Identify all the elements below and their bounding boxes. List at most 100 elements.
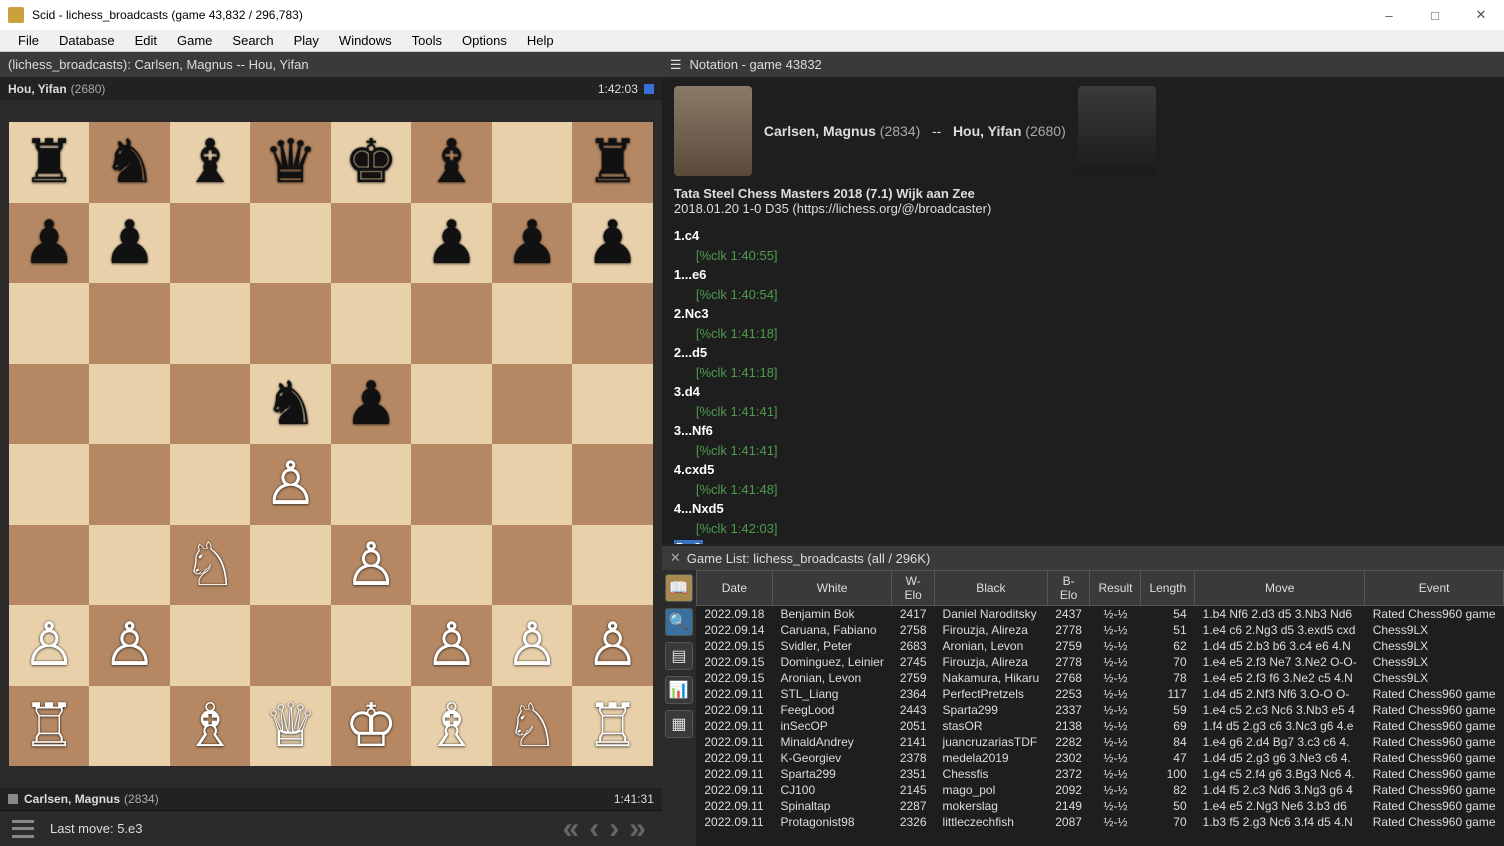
menu-search[interactable]: Search xyxy=(222,31,283,50)
table-row[interactable]: 2022.09.11STL_Liang2364PerfectPretzels22… xyxy=(696,686,1503,702)
menu-icon[interactable] xyxy=(12,820,34,838)
table-row[interactable]: 2022.09.11Protagonist982326littleczechfi… xyxy=(696,814,1503,830)
square[interactable]: ♟ xyxy=(411,203,492,284)
square[interactable] xyxy=(572,283,653,364)
square[interactable] xyxy=(170,364,251,445)
nav-end-button[interactable]: » xyxy=(625,812,650,846)
book-icon[interactable]: 📖 xyxy=(665,574,693,602)
square[interactable]: ♙ xyxy=(331,525,412,606)
column-header[interactable]: W-Elo xyxy=(892,571,935,606)
notation-move[interactable]: 1.c4 xyxy=(674,226,1492,246)
table-row[interactable]: 2022.09.11Sparta2992351Chessfis2372½-½10… xyxy=(696,766,1503,782)
chess-board[interactable]: ♜♞♝♛♚♝♜♟♟♟♟♟♞♟♙♘♙♙♙♙♙♙♖♗♕♔♗♘♖ xyxy=(9,122,653,766)
square[interactable]: ♞ xyxy=(89,122,170,203)
square[interactable] xyxy=(492,364,573,445)
menu-help[interactable]: Help xyxy=(517,31,564,50)
square[interactable]: ♙ xyxy=(9,605,90,686)
square[interactable] xyxy=(89,283,170,364)
square[interactable] xyxy=(9,525,90,606)
square[interactable]: ♟ xyxy=(492,203,573,284)
square[interactable]: ♕ xyxy=(250,686,331,767)
table-row[interactable]: 2022.09.11FeegLood2443Sparta2992337½-½59… xyxy=(696,702,1503,718)
table-row[interactable]: 2022.09.11CJ1002145mago_pol2092½-½821.d4… xyxy=(696,782,1503,798)
square[interactable] xyxy=(331,605,412,686)
column-header[interactable]: Result xyxy=(1090,571,1141,606)
notation-move[interactable]: 2...d5 xyxy=(674,343,1492,363)
menu-edit[interactable]: Edit xyxy=(125,31,167,50)
square[interactable]: ♗ xyxy=(170,686,251,767)
gamelist-table[interactable]: DateWhiteW-EloBlackB-EloResultLengthMove… xyxy=(696,570,1504,830)
square[interactable] xyxy=(170,283,251,364)
notation-move[interactable]: 3...Nf6 xyxy=(674,421,1492,441)
square[interactable]: ♟ xyxy=(9,203,90,284)
square[interactable] xyxy=(331,203,412,284)
nav-fwd-button[interactable]: › xyxy=(605,812,623,846)
square[interactable] xyxy=(170,605,251,686)
square[interactable] xyxy=(411,283,492,364)
notation-move[interactable]: 1...e6 xyxy=(674,265,1492,285)
square[interactable] xyxy=(492,122,573,203)
square[interactable]: ♟ xyxy=(89,203,170,284)
square[interactable] xyxy=(331,283,412,364)
nav-start-button[interactable]: « xyxy=(559,812,584,846)
table-row[interactable]: 2022.09.11Spinaltap2287mokerslag2149½-½5… xyxy=(696,798,1503,814)
menu-game[interactable]: Game xyxy=(167,31,222,50)
menu-tools[interactable]: Tools xyxy=(402,31,452,50)
notation-move[interactable]: 2.Nc3 xyxy=(674,304,1492,324)
square[interactable] xyxy=(250,283,331,364)
square[interactable] xyxy=(492,444,573,525)
square[interactable] xyxy=(89,444,170,525)
menu-play[interactable]: Play xyxy=(284,31,329,50)
square[interactable] xyxy=(89,364,170,445)
square[interactable]: ♞ xyxy=(250,364,331,445)
square[interactable]: ♟ xyxy=(331,364,412,445)
column-header[interactable]: Black xyxy=(935,571,1048,606)
square[interactable] xyxy=(492,283,573,364)
square[interactable] xyxy=(411,525,492,606)
notation-body[interactable]: 1.c4[%clk 1:40:55]1...e6[%clk 1:40:54]2.… xyxy=(662,222,1504,544)
layout-icon[interactable]: ▤ xyxy=(665,642,693,670)
column-header[interactable]: B-Elo xyxy=(1047,571,1090,606)
square[interactable] xyxy=(492,525,573,606)
square[interactable] xyxy=(89,686,170,767)
square[interactable] xyxy=(170,203,251,284)
square[interactable]: ♗ xyxy=(411,686,492,767)
square[interactable]: ♝ xyxy=(170,122,251,203)
square[interactable] xyxy=(572,364,653,445)
menu-options[interactable]: Options xyxy=(452,31,517,50)
square[interactable] xyxy=(250,605,331,686)
square[interactable]: ♘ xyxy=(170,525,251,606)
square[interactable] xyxy=(9,283,90,364)
column-header[interactable]: Event xyxy=(1365,571,1504,606)
stats-icon[interactable]: 📊 xyxy=(665,676,693,704)
square[interactable]: ♙ xyxy=(411,605,492,686)
square[interactable]: ♟ xyxy=(572,203,653,284)
close-icon[interactable]: ✕ xyxy=(670,550,681,566)
notation-move[interactable]: 4.cxd5 xyxy=(674,460,1492,480)
hamburger-icon[interactable]: ☰ xyxy=(670,57,682,73)
square[interactable]: ♙ xyxy=(250,444,331,525)
table-row[interactable]: 2022.09.11K-Georgiev2378medela20192302½-… xyxy=(696,750,1503,766)
table-row[interactable]: 2022.09.18Benjamin Bok2417Daniel Narodit… xyxy=(696,606,1503,623)
board-icon[interactable]: ▦ xyxy=(665,710,693,738)
column-header[interactable]: Date xyxy=(696,571,772,606)
table-row[interactable]: 2022.09.15Svidler, Peter2683Aronian, Lev… xyxy=(696,638,1503,654)
square[interactable] xyxy=(9,444,90,525)
square[interactable] xyxy=(572,525,653,606)
menu-file[interactable]: File xyxy=(8,31,49,50)
square[interactable] xyxy=(89,525,170,606)
square[interactable]: ♛ xyxy=(250,122,331,203)
nav-back-button[interactable]: ‹ xyxy=(585,812,603,846)
table-row[interactable]: 2022.09.14Caruana, Fabiano2758Firouzja, … xyxy=(696,622,1503,638)
square[interactable] xyxy=(411,444,492,525)
square[interactable]: ♙ xyxy=(492,605,573,686)
square[interactable]: ♘ xyxy=(492,686,573,767)
square[interactable]: ♖ xyxy=(572,686,653,767)
square[interactable]: ♜ xyxy=(9,122,90,203)
square[interactable]: ♙ xyxy=(572,605,653,686)
minimize-button[interactable]: – xyxy=(1366,0,1412,30)
close-button[interactable]: ✕ xyxy=(1458,0,1504,30)
square[interactable] xyxy=(411,364,492,445)
square[interactable] xyxy=(170,444,251,525)
square[interactable] xyxy=(250,525,331,606)
